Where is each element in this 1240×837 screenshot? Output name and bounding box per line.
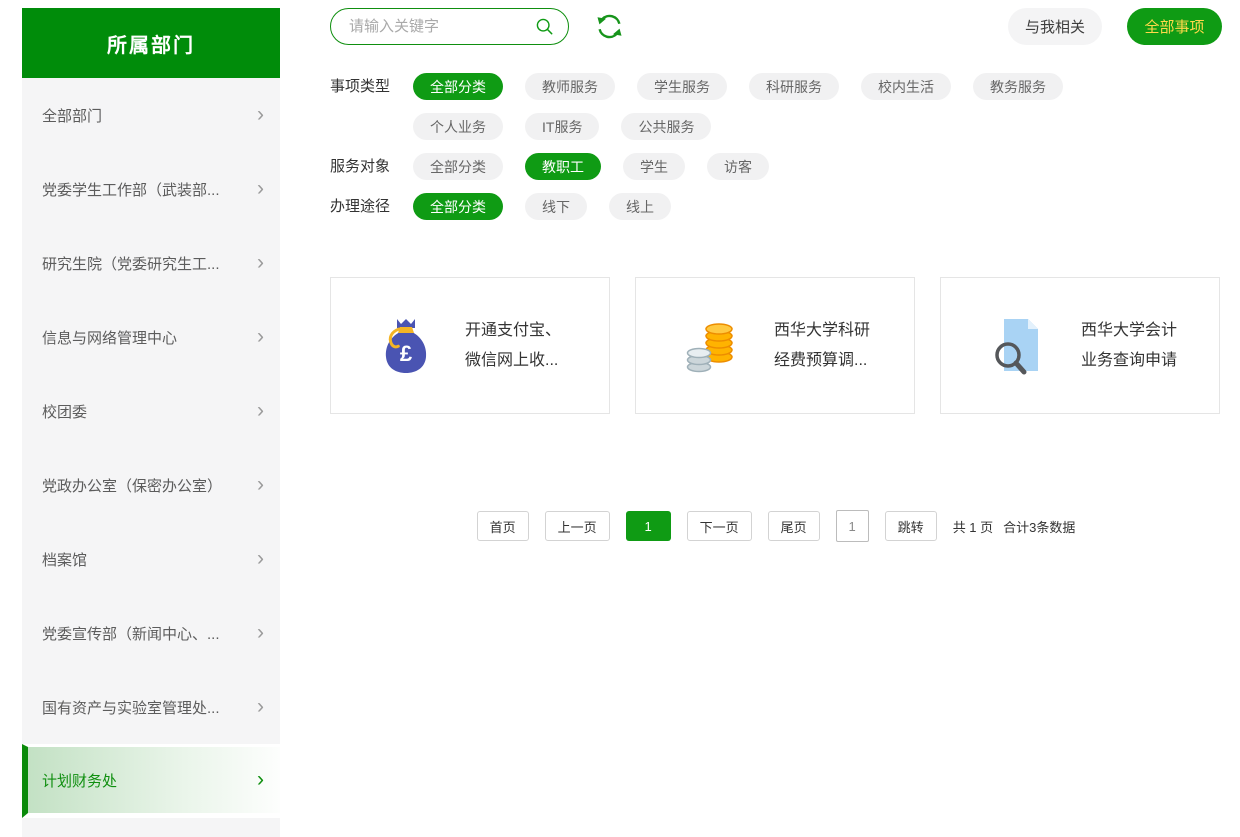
card-title-line2: 业务查询申请 [1081,351,1178,369]
filter-chip[interactable]: 教师服务 [525,73,615,100]
department-list: 全部部门 › 党委学生工作部（武装部... › 研究生院（党委研究生工... ›… [22,78,280,837]
sidebar-item-propaganda-dept[interactable]: 党委宣传部（新闻中心、... › [22,596,280,670]
sidebar-item-label: 国有资产与实验室管理处... [42,699,220,717]
current-page-button[interactable]: 1 [625,511,671,541]
service-card-accounting-query[interactable]: 西华大学会计 业务查询申请 [940,277,1220,414]
filter-row-item-type: 事项类型 全部分类 教师服务 学生服务 科研服务 校内生活 教务服务 个人业务 … [330,73,1230,153]
sidebar-item-archives[interactable]: 档案馆 › [22,522,280,596]
filter-label: 办理途径 [330,198,391,215]
filter-chip[interactable]: 全部分类 [413,73,503,100]
chevron-right-icon: › [257,767,264,791]
sidebar-item-label: 校团委 [42,403,88,421]
document-search-icon [991,317,1047,375]
department-sidebar: 所属部门 全部部门 › 党委学生工作部（武装部... › 研究生院（党委研究生工… [22,8,280,837]
card-title-line1: 开通支付宝、 [465,321,562,339]
sidebar-item-party-office[interactable]: 党政办公室（保密办公室） › [22,448,280,522]
all-items-button[interactable]: 全部事项 [1127,8,1222,45]
sidebar-item-state-assets-office[interactable]: 国有资产与实验室管理处... › [22,670,280,744]
filter-row-handling-channel: 办理途径 全部分类 线下 线上 [330,193,1230,233]
filter-chip[interactable]: 公共服务 [621,113,712,140]
filter-chip[interactable]: 全部分类 [413,193,503,220]
card-title: 开通支付宝、 微信网上收... [465,316,561,376]
card-title-line1: 西华大学会计 [1081,321,1178,339]
pagination-summary: 共 1 页 合计3条数据 [953,517,1076,536]
sidebar-item-label: 全部部门 [42,107,103,125]
filter-chip[interactable]: 全部分类 [413,153,503,180]
sidebar-item-label: 档案馆 [42,551,88,569]
refresh-icon[interactable] [594,11,625,42]
related-to-me-button[interactable]: 与我相关 [1008,8,1102,45]
sidebar-item-graduate-school[interactable]: 研究生院（党委研究生工... › [22,226,280,300]
filter-chip[interactable]: 线上 [609,193,671,220]
chevron-right-icon: › [257,694,264,718]
chevron-right-icon: › [257,176,264,200]
filter-chip[interactable]: 科研服务 [749,73,839,100]
sidebar-title: 所属部门 [22,8,280,78]
filter-chips: 全部分类 线下 线上 [413,193,1173,233]
last-page-button[interactable]: 尾页 [767,511,820,541]
filter-chip[interactable]: 教职工 [525,153,601,180]
filter-chips: 全部分类 教职工 学生 访客 [413,153,1173,193]
first-page-button[interactable]: 首页 [476,511,529,541]
service-card-list: £ 开通支付宝、 微信网上收... 西华大学科研 经费预算调... 西华大学会计… [330,277,1220,414]
filter-label: 服务对象 [330,158,391,175]
filter-label: 事项类型 [330,78,391,95]
filter-chip[interactable]: 访客 [707,153,769,180]
sidebar-item-all-departments[interactable]: 全部部门 › [22,78,280,152]
card-title: 西华大学科研 经费预算调... [774,316,870,376]
filter-row-service-target: 服务对象 全部分类 教职工 学生 访客 [330,153,1230,193]
coins-icon [686,319,740,373]
filter-chip[interactable]: 个人业务 [413,113,503,140]
filter-chip[interactable]: 校内生活 [861,73,951,100]
filter-chip[interactable]: 学生服务 [637,73,727,100]
sidebar-item-label: 研究生院（党委研究生工... [42,255,220,273]
search-icon[interactable] [534,16,555,37]
sidebar-item-label: 党委学生工作部（武装部... [42,181,220,199]
search-input[interactable] [347,17,534,36]
svg-text:£: £ [400,341,413,366]
pagination: 首页 上一页 1 下一页 尾页 跳转 共 1 页 合计3条数据 [330,510,1222,542]
chevron-right-icon: › [257,620,264,644]
sidebar-item-label: 信息与网络管理中心 [42,329,178,347]
chevron-right-icon: › [257,250,264,274]
chevron-right-icon: › [257,398,264,422]
total-records-text: 合计3条数据 [1003,519,1076,535]
filter-chip[interactable]: 学生 [623,153,685,180]
sidebar-item-label: 党政办公室（保密办公室） [42,477,223,495]
filter-chip[interactable]: 线下 [525,193,587,220]
sidebar-item-student-work-dept[interactable]: 党委学生工作部（武装部... › [22,152,280,226]
filter-chip[interactable]: 教务服务 [973,73,1063,100]
service-hall-page: 所属部门 全部部门 › 党委学生工作部（武装部... › 研究生院（党委研究生工… [0,0,1240,837]
chevron-right-icon: › [257,102,264,126]
sidebar-item-label: 党委宣传部（新闻中心、... [42,625,220,643]
chevron-right-icon: › [257,546,264,570]
filter-chips: 全部分类 教师服务 学生服务 科研服务 校内生活 教务服务 个人业务 IT服务 … [413,73,1173,153]
money-bag-icon: £ [381,318,431,374]
jump-page-input[interactable] [835,510,869,542]
jump-button[interactable]: 跳转 [884,511,937,541]
chevron-right-icon: › [257,324,264,348]
prev-page-button[interactable]: 上一页 [544,511,610,541]
service-card-research-budget[interactable]: 西华大学科研 经费预算调... [635,277,915,414]
total-pages-text: 共 1 页 [952,519,994,535]
card-title-line2: 经费预算调... [774,351,868,369]
sidebar-item-youth-league[interactable]: 校团委 › [22,374,280,448]
sidebar-item-label: 计划财务处 [42,772,118,790]
sidebar-item-network-center[interactable]: 信息与网络管理中心 › [22,300,280,374]
service-card-payment[interactable]: £ 开通支付宝、 微信网上收... [330,277,610,414]
card-title-line1: 西华大学科研 [774,321,871,339]
chevron-right-icon: › [257,472,264,496]
filter-panel: 事项类型 全部分类 教师服务 学生服务 科研服务 校内生活 教务服务 个人业务 … [330,73,1230,233]
filter-chip[interactable]: IT服务 [525,113,600,140]
next-page-button[interactable]: 下一页 [686,511,752,541]
card-title: 西华大学会计 业务查询申请 [1081,316,1177,376]
sidebar-item-finance-office[interactable]: 计划财务处 › [22,744,280,818]
search-box[interactable] [330,8,569,45]
card-title-line2: 微信网上收... [465,351,559,369]
